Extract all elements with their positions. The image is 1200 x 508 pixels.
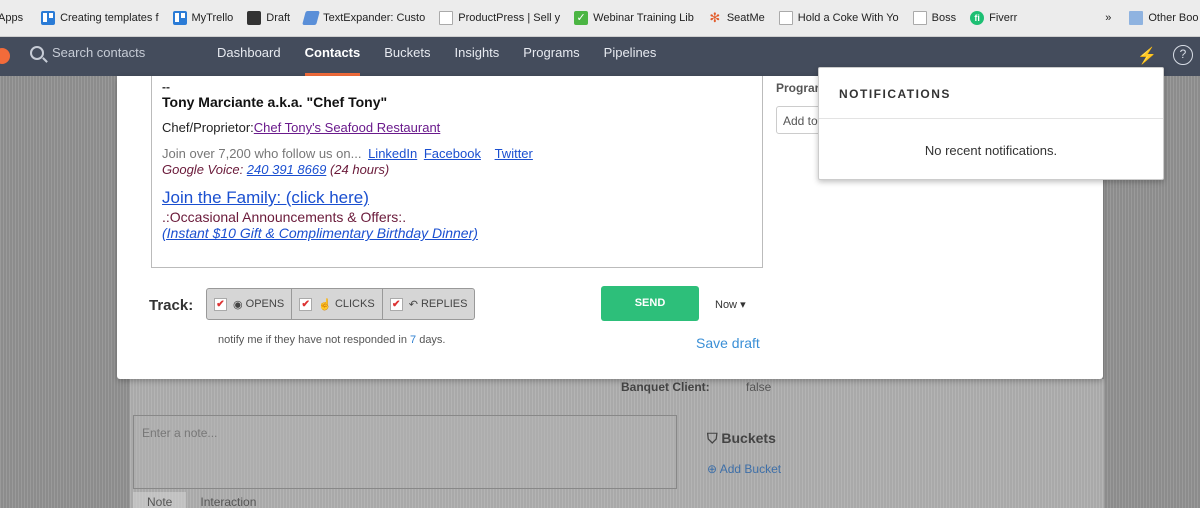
signature-name: Tony Marciante a.k.a. "Chef Tony" bbox=[162, 94, 388, 110]
notifications-title: NOTIFICATIONS bbox=[839, 87, 951, 101]
notifications-empty-message: No recent notifications. bbox=[924, 143, 1058, 158]
divider bbox=[819, 118, 1163, 119]
nav-pipelines[interactable]: Pipelines bbox=[604, 37, 657, 76]
nav-dashboard[interactable]: Dashboard bbox=[217, 37, 281, 76]
caret-down-icon: ▾ bbox=[737, 299, 746, 311]
email-body-editor[interactable]: -- Tony Marciante a.k.a. "Chef Tony" Che… bbox=[151, 76, 763, 268]
signature-separator: -- bbox=[162, 80, 170, 94]
bucket-icon: ⛉ bbox=[707, 430, 722, 446]
app-logo[interactable] bbox=[0, 48, 10, 64]
bookmarks-overflow-chevron[interactable]: » bbox=[1105, 12, 1111, 24]
bookmark-draft[interactable]: Draft bbox=[247, 11, 290, 25]
cursor-icon: ☝ bbox=[318, 298, 335, 311]
lightning-bolt-icon[interactable]: ⚡ bbox=[1137, 46, 1157, 66]
banquet-client-label: Banquet Client: bbox=[621, 380, 710, 394]
gift-link[interactable]: (Instant $10 Gift & Complimentary Birthd… bbox=[162, 225, 752, 241]
reply-icon: ↶ bbox=[408, 298, 421, 311]
tab-interaction[interactable]: Interaction bbox=[186, 492, 270, 508]
bookmark-fiverr[interactable]: fi Fiverr bbox=[970, 11, 1017, 25]
signature-role: Chef/Proprietor:Chef Tony's Seafood Rest… bbox=[162, 120, 441, 135]
nav-programs[interactable]: Programs bbox=[523, 37, 579, 76]
note-tabs: Note Interaction bbox=[133, 492, 677, 508]
schedule-dropdown[interactable]: Now ▾ bbox=[715, 298, 746, 311]
nav-contacts[interactable]: Contacts bbox=[304, 37, 360, 76]
join-family-link[interactable]: Join the Family: (click here) bbox=[162, 188, 752, 208]
signature-announcements: .:Occasional Announcements & Offers:. bbox=[162, 209, 407, 225]
folder-icon bbox=[1129, 11, 1144, 25]
bookmark-seatme[interactable]: ✻ SeatMe bbox=[708, 10, 764, 25]
track-replies-toggle[interactable]: ✔ ↶ REPLIES bbox=[383, 289, 475, 319]
trello-icon bbox=[172, 11, 187, 25]
eye-icon: ◉ bbox=[233, 298, 246, 311]
add-bucket-link[interactable]: ⊕ Add Bucket bbox=[707, 462, 781, 476]
banquet-client-value: false bbox=[746, 380, 772, 394]
bookmark-apps[interactable]: Apps bbox=[0, 12, 23, 24]
checkbox-checked[interactable]: ✔ bbox=[389, 297, 403, 311]
page-icon bbox=[912, 11, 927, 25]
send-button[interactable]: SEND bbox=[601, 286, 699, 321]
main-nav: Dashboard Contacts Buckets Insights Prog… bbox=[217, 37, 680, 76]
bookmark-hold-a-coke[interactable]: Hold a Coke With Yo bbox=[778, 11, 899, 25]
buckets-heading: ⛉ Buckets bbox=[707, 430, 776, 446]
bookmark-other-bookmarks[interactable]: Other Boo bbox=[1129, 11, 1199, 25]
notify-reminder: notify me if they have not responded in … bbox=[218, 334, 446, 346]
twitter-link[interactable]: Twitter bbox=[495, 146, 533, 161]
save-draft-link[interactable]: Save draft bbox=[696, 335, 760, 351]
nav-buckets[interactable]: Buckets bbox=[384, 37, 430, 76]
track-opens-toggle[interactable]: ✔ ◉ OPENS bbox=[207, 289, 293, 319]
search-icon bbox=[30, 45, 44, 60]
search-contacts[interactable]: Search contacts bbox=[30, 45, 145, 60]
bookmark-webinar-training[interactable]: ✓ Webinar Training Lib bbox=[574, 11, 694, 25]
bookmark-productpress[interactable]: ProductPress | Sell y bbox=[439, 11, 560, 25]
notifications-dropdown: NOTIFICATIONS No recent notifications. bbox=[818, 67, 1164, 180]
draft-icon bbox=[247, 11, 262, 25]
track-label: Track: bbox=[149, 297, 194, 314]
bookmark-textexpander[interactable]: TextExpander: Custo bbox=[302, 11, 425, 25]
track-options: ✔ ◉ OPENS ✔ ☝ CLICKS ✔ ↶ REPLIES bbox=[206, 288, 476, 320]
track-clicks-toggle[interactable]: ✔ ☝ CLICKS bbox=[292, 289, 383, 319]
linkedin-link[interactable]: LinkedIn bbox=[368, 146, 417, 161]
bookmark-boss[interactable]: Boss bbox=[912, 11, 956, 25]
page-icon bbox=[439, 11, 454, 25]
checkbox-checked[interactable]: ✔ bbox=[299, 297, 313, 311]
signature-social: Join over 7,200 who follow us on... Link… bbox=[162, 146, 533, 161]
phone-link[interactable]: 240 391 8669 bbox=[247, 162, 327, 177]
seatme-icon: ✻ bbox=[709, 10, 721, 25]
textexpander-icon bbox=[302, 11, 321, 25]
checkmark-icon: ✓ bbox=[574, 11, 589, 25]
bookmark-creating-templates[interactable]: Creating templates f bbox=[41, 11, 159, 25]
plus-circle-icon: ⊕ bbox=[707, 462, 720, 476]
signature-phone: Google Voice: 240 391 8669 (24 hours) bbox=[162, 162, 390, 177]
fiverr-icon: fi bbox=[970, 11, 985, 25]
nav-insights[interactable]: Insights bbox=[454, 37, 499, 76]
note-textarea[interactable]: Enter a note... bbox=[133, 415, 677, 489]
checkbox-checked[interactable]: ✔ bbox=[214, 297, 227, 311]
bookmarks-bar: Apps Creating templates f MyTrello Draft… bbox=[0, 0, 1200, 37]
tab-note[interactable]: Note bbox=[133, 492, 187, 508]
programs-label: Prograr bbox=[776, 81, 820, 95]
facebook-link[interactable]: Facebook bbox=[424, 146, 481, 161]
page-icon bbox=[778, 11, 793, 25]
restaurant-link[interactable]: Chef Tony's Seafood Restaurant bbox=[254, 120, 441, 135]
help-icon[interactable]: ? bbox=[1173, 45, 1193, 65]
bookmark-mytrello[interactable]: MyTrello bbox=[172, 11, 233, 25]
search-input[interactable]: Search contacts bbox=[52, 45, 145, 60]
trello-icon bbox=[41, 11, 56, 25]
